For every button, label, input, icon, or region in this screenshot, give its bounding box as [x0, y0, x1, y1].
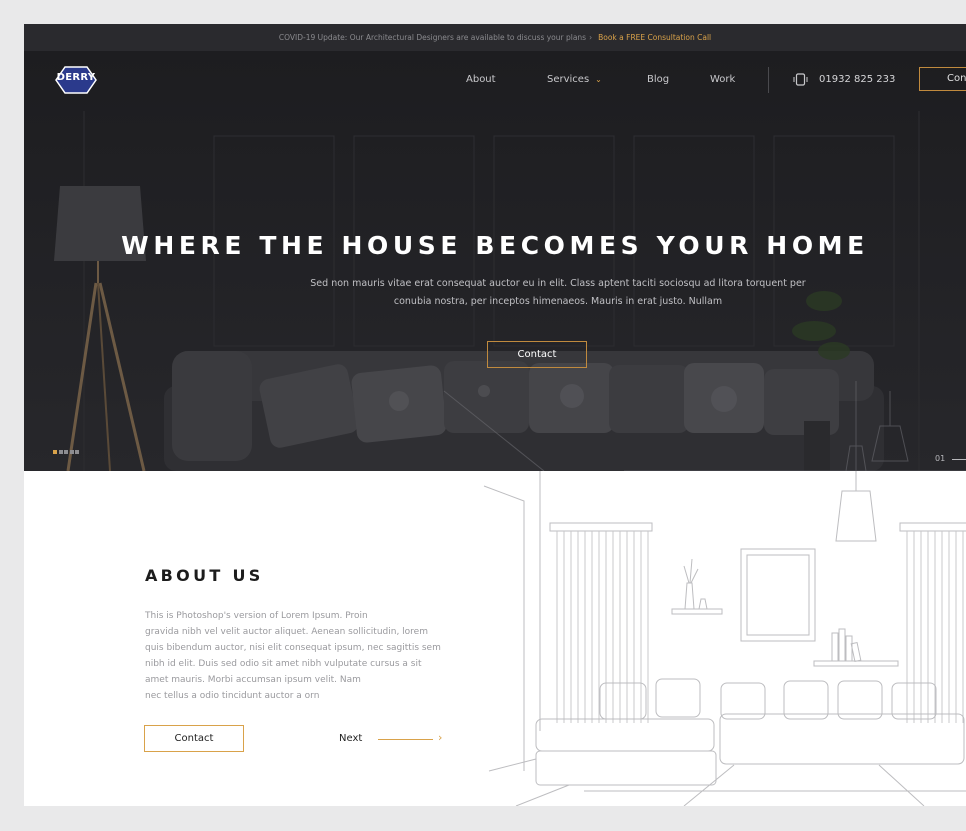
- about-text-line: amet mauris. Morbi accumsan ipsum velit.…: [145, 675, 361, 685]
- next-link[interactable]: Next: [339, 733, 362, 744]
- about-contact-button[interactable]: Contact: [144, 725, 244, 752]
- about-text-line: nec tellus a odio tincidunt auctor a orn: [145, 691, 320, 701]
- about-text-line: nibh id elit. Duis sed odio sit amet nib…: [145, 659, 422, 669]
- slider-dot[interactable]: [53, 450, 57, 454]
- logo-text: DERRY: [56, 72, 96, 83]
- phone-number[interactable]: 01932 825 233: [819, 74, 895, 85]
- announcement-text: COVID-19 Update: Our Architectural Desig…: [278, 33, 587, 42]
- nav-divider: [768, 67, 769, 93]
- chevron-down-icon: ⌄: [595, 75, 602, 84]
- announcement-separator: ›: [589, 33, 593, 42]
- nav-about[interactable]: About: [466, 74, 496, 85]
- nav-contact-button[interactable]: Con: [919, 67, 966, 91]
- logo[interactable]: DERRY: [51, 64, 101, 96]
- next-link-line: [378, 739, 433, 740]
- nav-services[interactable]: Services ⌄: [547, 74, 602, 85]
- slider-dots: [53, 450, 81, 469]
- phone-icon: [793, 73, 808, 86]
- hero-background-image: [24, 51, 966, 471]
- slider-dot[interactable]: [69, 450, 74, 454]
- slider-dot[interactable]: [58, 450, 63, 454]
- hero-section: DERRY About Services ⌄ Blog Work 01932 82…: [24, 51, 966, 471]
- hero-title: WHERE THE HOUSE BECOMES YOUR HOME: [121, 231, 869, 260]
- slide-indicator-line: [952, 459, 966, 460]
- hero-subtitle-line: conubia nostra, per inceptos himenaeos. …: [393, 296, 723, 307]
- about-title: ABOUT US: [145, 566, 264, 585]
- hero-contact-button[interactable]: Contact: [487, 341, 587, 368]
- about-paragraph: This is Photoshop's version of Lorem Ips…: [145, 608, 455, 704]
- slider-dot[interactable]: [64, 450, 68, 454]
- consultation-link[interactable]: Book a FREE Consultation Call: [598, 33, 711, 42]
- about-section: ABOUT US This is Photoshop's version of …: [24, 471, 966, 806]
- announcement-bar: COVID-19 Update: Our Architectural Desig…: [24, 24, 966, 51]
- about-text-line: This is Photoshop's version of Lorem Ips…: [145, 611, 368, 621]
- hero-subtitle: Sed non mauris vitae erat consequat auct…: [304, 275, 812, 311]
- arrow-right-icon[interactable]: ›: [438, 731, 442, 744]
- about-text-line: gravida nibh vel velit auctor aliquet. A…: [145, 627, 428, 637]
- nav-services-label: Services: [547, 74, 590, 85]
- main-nav: DERRY About Services ⌄ Blog Work 01932 82…: [24, 51, 966, 111]
- page-frame: COVID-19 Update: Our Architectural Desig…: [24, 24, 966, 806]
- nav-work[interactable]: Work: [710, 74, 735, 85]
- slide-number: 01: [935, 454, 946, 463]
- slider-dot[interactable]: [75, 450, 79, 454]
- hero-subtitle-line: Sed non mauris vitae erat consequat auct…: [310, 278, 806, 289]
- nav-blog[interactable]: Blog: [647, 74, 669, 85]
- about-text-line: quis bibendum auctor, nisi elit consequa…: [145, 643, 441, 653]
